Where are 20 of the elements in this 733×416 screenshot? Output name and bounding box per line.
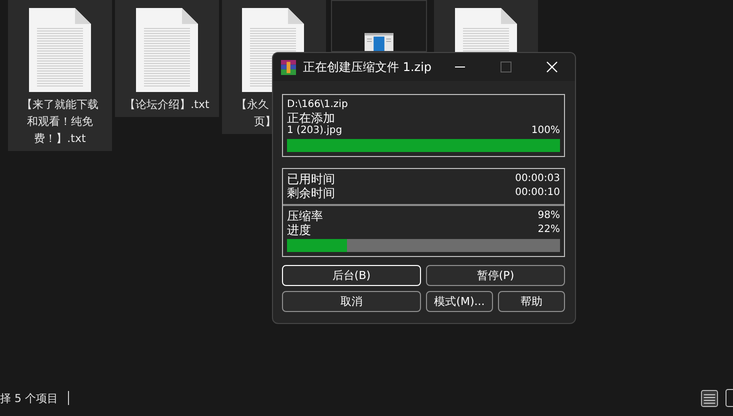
file-name: 和观看！纯免 [27,114,93,130]
current-file: 1 (203).jpg [287,125,342,137]
file-name: 费！】.txt [34,131,86,147]
window-title: 正在创建压缩文件 1.zip [303,58,432,76]
stat-label: 压缩率 [287,209,323,223]
action-label: 正在添加 [287,111,336,125]
stat-label: 进度 [287,223,311,237]
file-name: 【永久 [236,97,269,113]
stat-value: 98% [538,210,560,222]
stat-value: 22% [538,224,560,236]
stat-value: 00:00:03 [515,173,560,185]
stat-label: 剩余时间 [287,186,335,200]
stat-label: 已用时间 [287,172,335,186]
file-name: 页】 [253,114,276,130]
archive-path: D:\166\1.zip [287,99,349,111]
file-name: 【论坛介绍】.txt [124,97,210,113]
stat-value: 00:00:10 [515,187,560,199]
file-name: 【来了就能下载 [22,97,98,113]
item-count: 择 5 个项目 [0,390,58,406]
file-percent: 100% [531,125,560,137]
